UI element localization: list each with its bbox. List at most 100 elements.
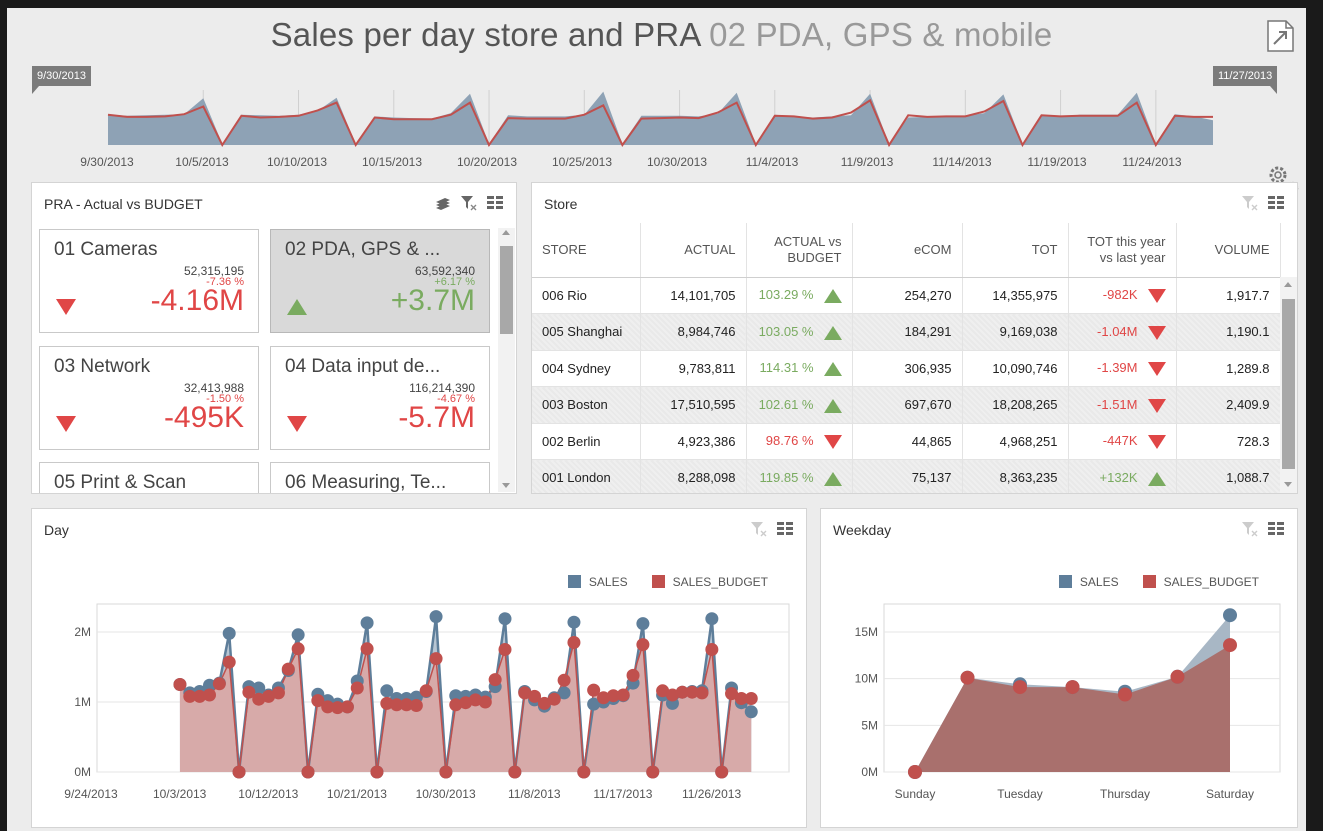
sales-budget-point[interactable] [222,655,236,669]
pra-scrollbar[interactable] [498,228,515,492]
sales-budget-point[interactable] [616,688,630,702]
sales-budget-point[interactable] [646,765,660,779]
sales-budget-point[interactable] [1013,680,1027,695]
column-header-actual[interactable]: ACTUAL [640,223,747,278]
table-row[interactable]: 001 London 8,288,098 119.85 % 75,137 8,363,2… [532,459,1281,493]
store-scrollbar[interactable] [1280,277,1297,493]
sales-budget-point[interactable] [508,765,522,779]
sales-budget-point[interactable] [291,642,305,656]
sales-budget-point[interactable] [636,638,650,652]
store-scroll-thumb[interactable] [1282,299,1295,469]
table-row[interactable]: 005 Shanghai 8,984,746 103.05 % 184,291 9,16… [532,313,1281,351]
sales-budget-point[interactable] [547,692,561,706]
sales-budget-point[interactable] [340,700,354,714]
sales-budget-point[interactable] [212,677,226,691]
sales-budget-point[interactable] [301,765,315,779]
cell-actual-vs-budget: 98.76 % [746,423,853,460]
sales-budget-point[interactable] [232,765,246,779]
sales-budget-point[interactable] [203,688,216,702]
sales-budget-point[interactable] [744,692,758,705]
kpi-card[interactable]: 05 Print & Scan [39,462,259,493]
grid-view-icon[interactable] [1267,195,1285,211]
sales-budget-point[interactable] [705,643,719,656]
table-row[interactable]: 002 Berlin 4,923,386 98.76 % 44,865 4,968,25… [532,423,1281,460]
sales-point[interactable] [222,626,236,640]
sales-point[interactable] [498,612,512,626]
kpi-card[interactable]: 03 Network 32,413,988 -1.50 % -495K [39,346,259,450]
sales-budget-point[interactable] [409,699,423,712]
store-table-header: STORE ACTUAL ACTUAL vs BUDGET eCOM TOT T… [532,223,1281,278]
range-tick-label: 11/9/2013 [841,155,894,169]
sales-point[interactable] [1223,608,1237,623]
scroll-down-icon[interactable] [1284,482,1292,487]
sales-budget-point[interactable] [695,686,709,700]
range-tick-label: 10/30/2013 [647,155,707,169]
cell-tot: 10,090,746 [962,350,1069,387]
cell-tot: 18,208,265 [962,386,1069,424]
sales-budget-point[interactable] [271,686,285,700]
sales-point[interactable] [291,628,305,642]
sales-budget-point[interactable] [557,673,571,687]
kpi-card[interactable]: 06 Measuring, Te... [270,462,490,493]
weekday-chart[interactable]: 0M 5M 10M 15M Sunday Tuesday Thursday Saturday [820,508,1298,828]
column-header-ecom[interactable]: eCOM [852,223,963,278]
sales-budget-point[interactable] [567,636,581,649]
budget-percent: 103.05 % [758,323,814,339]
sales-budget-point[interactable] [1223,638,1237,653]
sales-budget-point[interactable] [577,765,591,779]
kpi-card[interactable]: 01 Cameras 52,315,195 -7.36 % -4.16M [39,229,259,333]
kpi-card[interactable]: 02 PDA, GPS & ... 63,592,340 +6.17 % +3.7M [270,229,490,333]
sales-budget-point[interactable] [908,765,922,779]
scroll-up-icon[interactable] [1284,282,1292,287]
column-header-tot-yoy[interactable]: TOT this year vs last year [1068,223,1177,278]
sales-budget-point[interactable] [715,765,729,779]
table-row[interactable]: 006 Rio 14,101,705 103.29 % 254,270 14,355,9… [532,277,1281,314]
cell-tot: 14,355,975 [962,277,1069,314]
column-header-actual-vs-budget[interactable]: ACTUAL vs BUDGET [746,223,853,278]
range-selector-chart[interactable]: 9/30/2013 10/5/2013 10/10/2013 10/15/2013 10… [0,90,1323,180]
sales-budget-point[interactable] [1065,680,1080,695]
clear-filter-icon[interactable] [1241,195,1259,211]
sales-budget-point[interactable] [1170,669,1185,684]
range-start-handle[interactable]: 9/30/2013 [32,66,91,94]
pra-scroll-thumb[interactable] [500,246,513,334]
sales-budget-point[interactable] [1118,687,1132,702]
sales-budget-point[interactable] [498,643,512,656]
range-end-handle[interactable]: 11/27/2013 [1213,66,1278,94]
kpi-name: 04 Data input de... [285,356,441,377]
sales-budget-point[interactable] [429,652,443,666]
column-header-tot[interactable]: TOT [962,223,1069,278]
sales-point[interactable] [360,616,374,630]
cell-store: 005 Shanghai [532,313,641,351]
sales-budget-point[interactable] [350,681,364,695]
kpi-name: 01 Cameras [54,239,158,260]
sales-budget-point[interactable] [626,668,640,682]
scroll-down-icon[interactable] [502,483,510,488]
column-header-volume[interactable]: VOLUME [1176,223,1281,278]
x-tick-label: 11/17/2013 [593,787,652,801]
sales-budget-point[interactable] [173,678,187,691]
sales-budget-point[interactable] [960,670,975,685]
sales-budget-point[interactable] [281,662,295,676]
kpi-card[interactable]: 04 Data input de... 116,214,390 -4.67 % -5.… [270,346,490,450]
sales-budget-area [915,645,1230,772]
sales-point[interactable] [636,617,650,631]
sales-budget-point[interactable] [419,684,433,698]
sales-budget-point[interactable] [370,765,384,779]
sales-budget-point[interactable] [488,673,502,687]
export-icon[interactable] [1262,18,1298,54]
scroll-up-icon[interactable] [502,230,510,235]
range-tick-label: 11/14/2013 [932,155,991,169]
table-row[interactable]: 004 Sydney 9,783,811 114.31 % 306,935 10,090… [532,350,1281,387]
sales-budget-point[interactable] [478,695,492,709]
column-header-store[interactable]: STORE [532,223,641,278]
sales-point[interactable] [429,610,443,624]
sales-point[interactable] [705,612,719,626]
sales-point[interactable] [744,705,758,719]
sales-budget-point[interactable] [439,765,453,779]
sales-point[interactable] [567,615,581,629]
day-chart[interactable]: 0M 1M 2M 9/24/2013 10/3/2013 10/12/2013 10/21/… [31,508,807,828]
page-title: Sales per day store and PRA 02 PDA, GPS … [0,16,1323,54]
sales-budget-point[interactable] [360,642,374,656]
table-row[interactable]: 003 Boston 17,510,595 102.61 % 697,670 18,20… [532,386,1281,424]
